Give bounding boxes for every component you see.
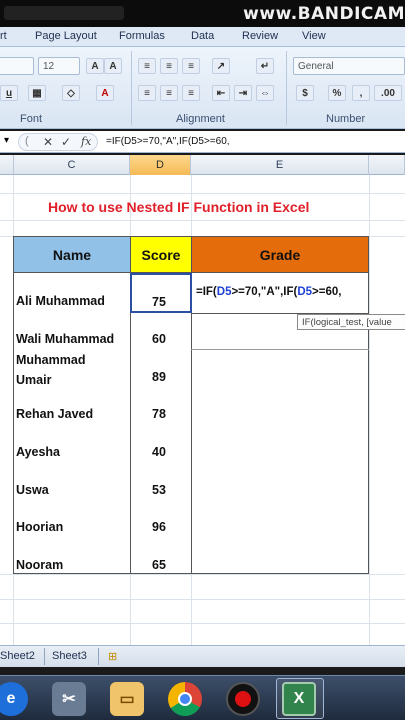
tab-separator: [98, 648, 99, 665]
formula-input[interactable]: =IF(D5>=70,"A",IF(D5>=60,: [106, 136, 230, 147]
name-cell[interactable]: Nooram: [16, 558, 63, 572]
align-left-icon[interactable]: ≡: [138, 85, 156, 101]
name-cell[interactable]: Wali Muhammad: [16, 332, 114, 346]
gridline: [0, 574, 405, 575]
tab-separator: [44, 648, 45, 665]
score-cell[interactable]: 40: [152, 445, 166, 459]
name-cell[interactable]: Uswa: [16, 483, 49, 497]
column-header-e[interactable]: E: [191, 155, 369, 175]
active-app-highlight: [276, 678, 324, 719]
fill-color-icon[interactable]: ◇: [62, 85, 80, 101]
snipping-tool-icon[interactable]: ✂: [52, 682, 86, 716]
font-name-dropdown[interactable]: [0, 57, 34, 75]
gridline: [0, 220, 405, 221]
bandicam-icon[interactable]: [226, 682, 260, 716]
header-score-cell[interactable]: Score: [130, 236, 192, 273]
title-bar-blurred-area: [4, 6, 124, 20]
header-grade-cell[interactable]: Grade: [191, 236, 369, 273]
selected-cell-d5[interactable]: [130, 273, 192, 313]
gridline: [0, 193, 405, 194]
name-cell[interactable]: Ayesha: [16, 445, 60, 459]
gridline: [0, 599, 405, 600]
sheet-tab[interactable]: Sheet2: [0, 650, 35, 662]
align-top-icon[interactable]: ≡: [138, 58, 156, 74]
score-cell[interactable]: 53: [152, 483, 166, 497]
shrink-font-icon[interactable]: A: [104, 58, 122, 74]
chrome-icon[interactable]: [168, 682, 202, 716]
font-size-dropdown[interactable]: 12: [38, 57, 80, 75]
tab-insert-partial[interactable]: rt: [0, 30, 7, 42]
editing-cell-formula[interactable]: =IF(D5>=70,"A",IF(D5>=60,: [196, 286, 341, 298]
tab-review[interactable]: Review: [242, 30, 278, 42]
file-explorer-icon[interactable]: ▭: [110, 682, 144, 716]
ribbon-tabs: rt Page Layout Formulas Data Review View: [0, 27, 405, 47]
tab-formulas[interactable]: Formulas: [119, 30, 165, 42]
insert-function-icon[interactable]: fx: [81, 135, 91, 148]
tab-page-layout[interactable]: Page Layout: [35, 30, 97, 42]
underline-icon[interactable]: u: [0, 85, 18, 101]
tab-view[interactable]: View: [302, 30, 326, 42]
column-header-c[interactable]: C: [14, 155, 130, 175]
formula-buttons: ( ✕ ✓ fx: [18, 133, 98, 151]
formula-ref-d5: D5: [216, 286, 232, 298]
borders-icon[interactable]: ▦: [28, 85, 46, 101]
sheet-heading: How to use Nested IF Function in Excel: [48, 199, 310, 215]
name-cell[interactable]: Muhammad Umair: [16, 350, 116, 390]
align-center-icon[interactable]: ≡: [160, 85, 178, 101]
group-number-label: Number: [326, 113, 366, 125]
tab-data[interactable]: Data: [191, 30, 214, 42]
increase-decimal-icon[interactable]: .00: [374, 85, 402, 101]
decrease-indent-icon[interactable]: ⇤: [212, 85, 230, 101]
wrap-text-icon[interactable]: ↵: [256, 58, 274, 74]
ribbon-separator: [131, 51, 132, 125]
name-cell[interactable]: Rehan Javed: [16, 407, 93, 421]
enter-icon[interactable]: ✓: [61, 135, 71, 149]
name-cell[interactable]: Hoorian: [16, 520, 63, 534]
sheet-tabs-bar: Sheet2 Sheet3 ⊞: [0, 645, 405, 667]
taskbar: e ✂ ▭ X: [0, 675, 405, 720]
score-cell[interactable]: 89: [152, 370, 166, 384]
recorder-watermark: www.BANDICAM: [243, 4, 405, 24]
internet-explorer-icon[interactable]: e: [0, 682, 28, 716]
title-bar: www.BANDICAM: [0, 0, 405, 27]
score-cell[interactable]: 96: [152, 520, 166, 534]
name-box-dropdown-icon[interactable]: ▾: [4, 135, 9, 146]
align-bottom-icon[interactable]: ≡: [182, 58, 200, 74]
ribbon-separator: [286, 51, 287, 125]
grade-row-line: [191, 349, 369, 350]
worksheet-grid[interactable]: How to use Nested IF Function in Excel N…: [0, 175, 405, 645]
name-cell[interactable]: Ali Muhammad: [16, 294, 105, 308]
ribbon: 12 A A u ▦ ◇ A Font ≡ ≡ ≡ ↗ ≡ ≡ ≡ ⇤ ⇥ ↵ …: [0, 47, 405, 129]
row-header-corner[interactable]: [0, 155, 14, 175]
merge-center-icon[interactable]: ⇔: [256, 85, 274, 101]
grow-font-icon[interactable]: A: [86, 58, 104, 74]
align-right-icon[interactable]: ≡: [182, 85, 200, 101]
increase-indent-icon[interactable]: ⇥: [234, 85, 252, 101]
function-argument-tooltip: IF(logical_test, [value: [297, 314, 405, 330]
gridline: [0, 623, 405, 624]
comma-style-icon[interactable]: ,: [352, 85, 370, 101]
formula-ref-d5: D5: [297, 286, 313, 298]
align-middle-icon[interactable]: ≡: [160, 58, 178, 74]
score-cell[interactable]: 78: [152, 407, 166, 421]
header-name-cell[interactable]: Name: [13, 236, 131, 273]
insert-sheet-icon[interactable]: ⊞: [108, 650, 117, 663]
number-format-dropdown[interactable]: General: [293, 57, 405, 75]
currency-icon[interactable]: $: [296, 85, 314, 101]
column-header-f[interactable]: [369, 155, 405, 175]
group-alignment-label: Alignment: [176, 113, 225, 125]
cancel-icon[interactable]: ✕: [43, 135, 53, 149]
cancel-entry-icon[interactable]: (: [25, 135, 29, 147]
formula-bar: ▾ ( ✕ ✓ fx =IF(D5>=70,"A",IF(D5>=60,: [0, 131, 405, 153]
font-color-icon[interactable]: A: [96, 85, 114, 101]
column-header-d[interactable]: D: [130, 155, 191, 175]
score-cell[interactable]: 65: [152, 558, 166, 572]
column-headers: C D E: [0, 155, 405, 175]
score-cell[interactable]: 60: [152, 332, 166, 346]
group-font-label: Font: [20, 113, 43, 125]
sheet-tab[interactable]: Sheet3: [52, 650, 87, 662]
orientation-icon[interactable]: ↗: [212, 58, 230, 74]
percent-icon[interactable]: %: [328, 85, 346, 101]
